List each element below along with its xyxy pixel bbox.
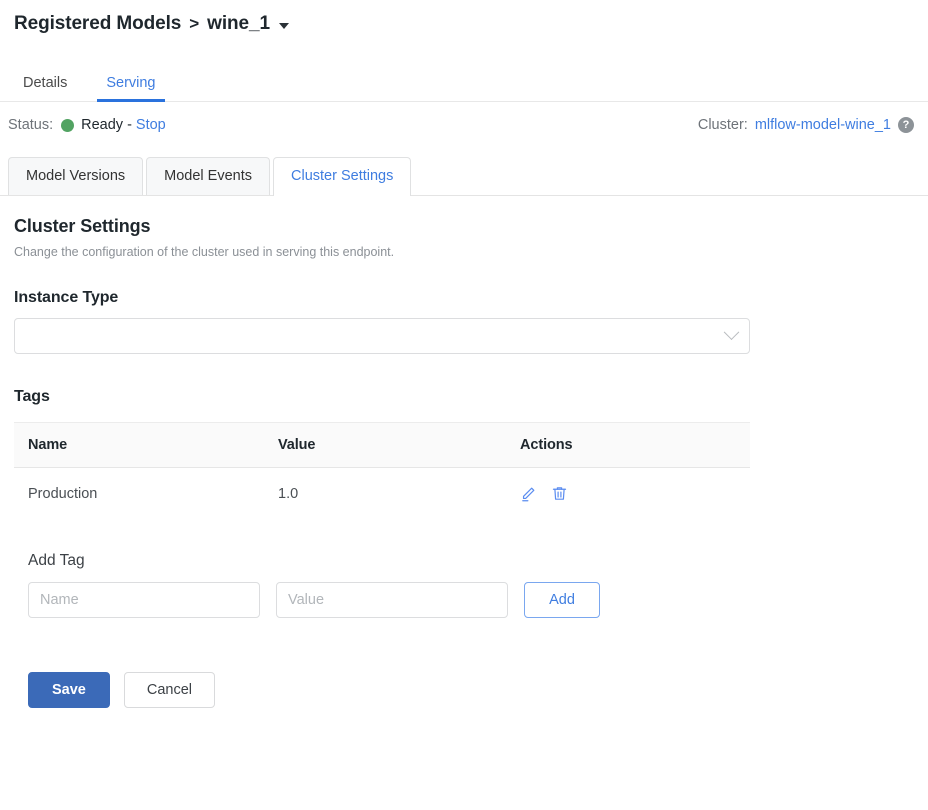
add-tag-button[interactable]: Add (524, 582, 600, 618)
tag-value-input[interactable] (276, 582, 508, 618)
instance-type-select[interactable] (14, 318, 750, 354)
save-button[interactable]: Save (28, 672, 110, 708)
status-label: Status: (8, 117, 53, 133)
tag-name-input[interactable] (28, 582, 260, 618)
tags-table-head: Name Value Actions (14, 423, 750, 468)
cancel-button[interactable]: Cancel (124, 672, 215, 708)
stop-link[interactable]: Stop (136, 117, 166, 133)
tags-label: Tags (14, 388, 914, 406)
secondary-tab-bar: Model Versions Model Events Cluster Sett… (0, 148, 928, 196)
add-tag-label: Add Tag (28, 552, 914, 570)
tab-cluster-settings[interactable]: Cluster Settings (273, 157, 411, 197)
action-icon-group (520, 485, 750, 502)
chevron-down-icon (724, 324, 740, 340)
tags-header-row: Name Value Actions (14, 423, 750, 468)
status-indicator-icon (61, 119, 74, 132)
breadcrumb-root[interactable]: Registered Models (14, 13, 181, 35)
breadcrumb-current-model: wine_1 (207, 13, 270, 35)
cluster-link[interactable]: mlflow-model-wine_1 (755, 117, 891, 133)
column-header-actions: Actions (506, 423, 750, 468)
tags-table: Name Value Actions Production 1.0 (14, 422, 750, 520)
breadcrumb-separator: > (189, 14, 199, 34)
tab-model-events[interactable]: Model Events (146, 157, 270, 196)
cluster-settings-panel: Cluster Settings Change the configuratio… (0, 216, 928, 708)
status-value: Ready (81, 117, 123, 133)
breadcrumb: Registered Models > wine_1 (0, 0, 928, 40)
page-title: Cluster Settings (14, 216, 914, 237)
column-header-value: Value (264, 423, 506, 468)
tag-name-cell: Production (14, 468, 264, 520)
column-header-name: Name (14, 423, 264, 468)
tags-table-body: Production 1.0 (14, 468, 750, 520)
tab-model-versions[interactable]: Model Versions (8, 157, 143, 196)
trash-icon[interactable] (551, 485, 568, 502)
page-description: Change the configuration of the cluster … (14, 245, 914, 259)
instance-type-label: Instance Type (14, 289, 914, 307)
chevron-down-icon[interactable] (279, 23, 289, 29)
cluster-label: Cluster: (698, 117, 748, 133)
add-tag-row: Add (28, 582, 914, 618)
form-actions: Save Cancel (28, 672, 914, 708)
status-dash: - (127, 117, 132, 133)
tab-serving[interactable]: Serving (97, 76, 164, 102)
tag-actions-cell (506, 468, 750, 520)
help-circle-icon[interactable]: ? (898, 117, 914, 133)
status-row: Status: Ready - Stop Cluster: mlflow-mod… (0, 102, 928, 148)
tab-details[interactable]: Details (14, 76, 76, 102)
table-row: Production 1.0 (14, 468, 750, 520)
pencil-icon[interactable] (520, 485, 537, 502)
primary-tab-bar: Details Serving (0, 56, 928, 102)
tag-value-cell: 1.0 (264, 468, 506, 520)
